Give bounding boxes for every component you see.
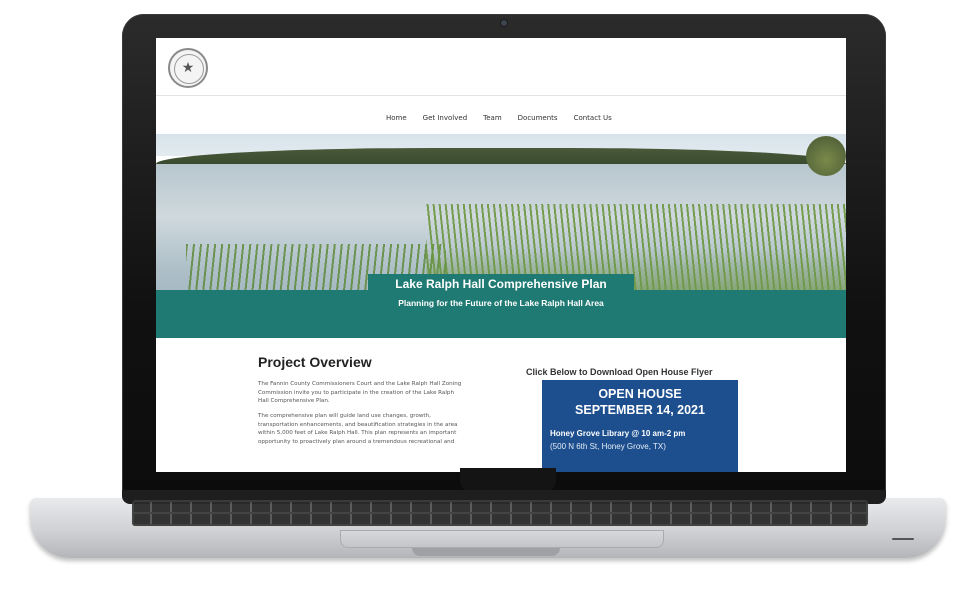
flyer-heading: Click Below to Download Open House Flyer bbox=[526, 367, 713, 377]
webcam-icon bbox=[501, 20, 507, 26]
star-icon: ★ bbox=[181, 60, 195, 76]
laptop-base-lip bbox=[412, 548, 560, 556]
keyboard-row-divider bbox=[132, 512, 868, 514]
hero-title: Lake Ralph Hall Comprehensive Plan bbox=[395, 277, 607, 291]
open-house-flyer-link[interactable]: OPEN HOUSE SEPTEMBER 14, 2021 Honey Grov… bbox=[542, 380, 738, 472]
laptop-lid: ★ Home Get Involved Team Documents Conta… bbox=[122, 14, 886, 498]
header-divider bbox=[156, 95, 846, 96]
overview-title: Project Overview bbox=[258, 354, 372, 370]
hero-bush bbox=[806, 136, 846, 176]
county-seal-icon[interactable]: ★ bbox=[168, 48, 208, 88]
flyer-title: OPEN HOUSE bbox=[598, 387, 682, 401]
hero-subtitle: Planning for the Future of the Lake Ralp… bbox=[398, 298, 604, 308]
overview-paragraph: The Fannin County Commissioners Court an… bbox=[258, 381, 462, 404]
laptop-indicator-light bbox=[892, 538, 914, 540]
laptop-screen: ★ Home Get Involved Team Documents Conta… bbox=[156, 38, 846, 472]
nav-item-get-involved[interactable]: Get Involved bbox=[423, 114, 467, 122]
flyer-address: (500 N 6th St, Honey Grove, TX) bbox=[550, 442, 666, 451]
laptop-trackpad bbox=[340, 530, 664, 548]
flyer-date: SEPTEMBER 14, 2021 bbox=[575, 403, 705, 417]
main-nav: Home Get Involved Team Documents Contact… bbox=[386, 114, 612, 122]
flyer-location: Honey Grove Library @ 10 am-2 pm bbox=[550, 429, 686, 438]
nav-item-contact-us[interactable]: Contact Us bbox=[574, 114, 612, 122]
site-header: ★ Home Get Involved Team Documents Conta… bbox=[156, 38, 846, 122]
nav-item-documents[interactable]: Documents bbox=[518, 114, 558, 122]
nav-item-home[interactable]: Home bbox=[386, 114, 407, 122]
hero-banner: Lake Ralph Hall Comprehensive Plan Plann… bbox=[156, 134, 846, 338]
overview-paragraph: The comprehensive plan will guide land u… bbox=[258, 413, 458, 445]
nav-item-team[interactable]: Team bbox=[483, 114, 502, 122]
